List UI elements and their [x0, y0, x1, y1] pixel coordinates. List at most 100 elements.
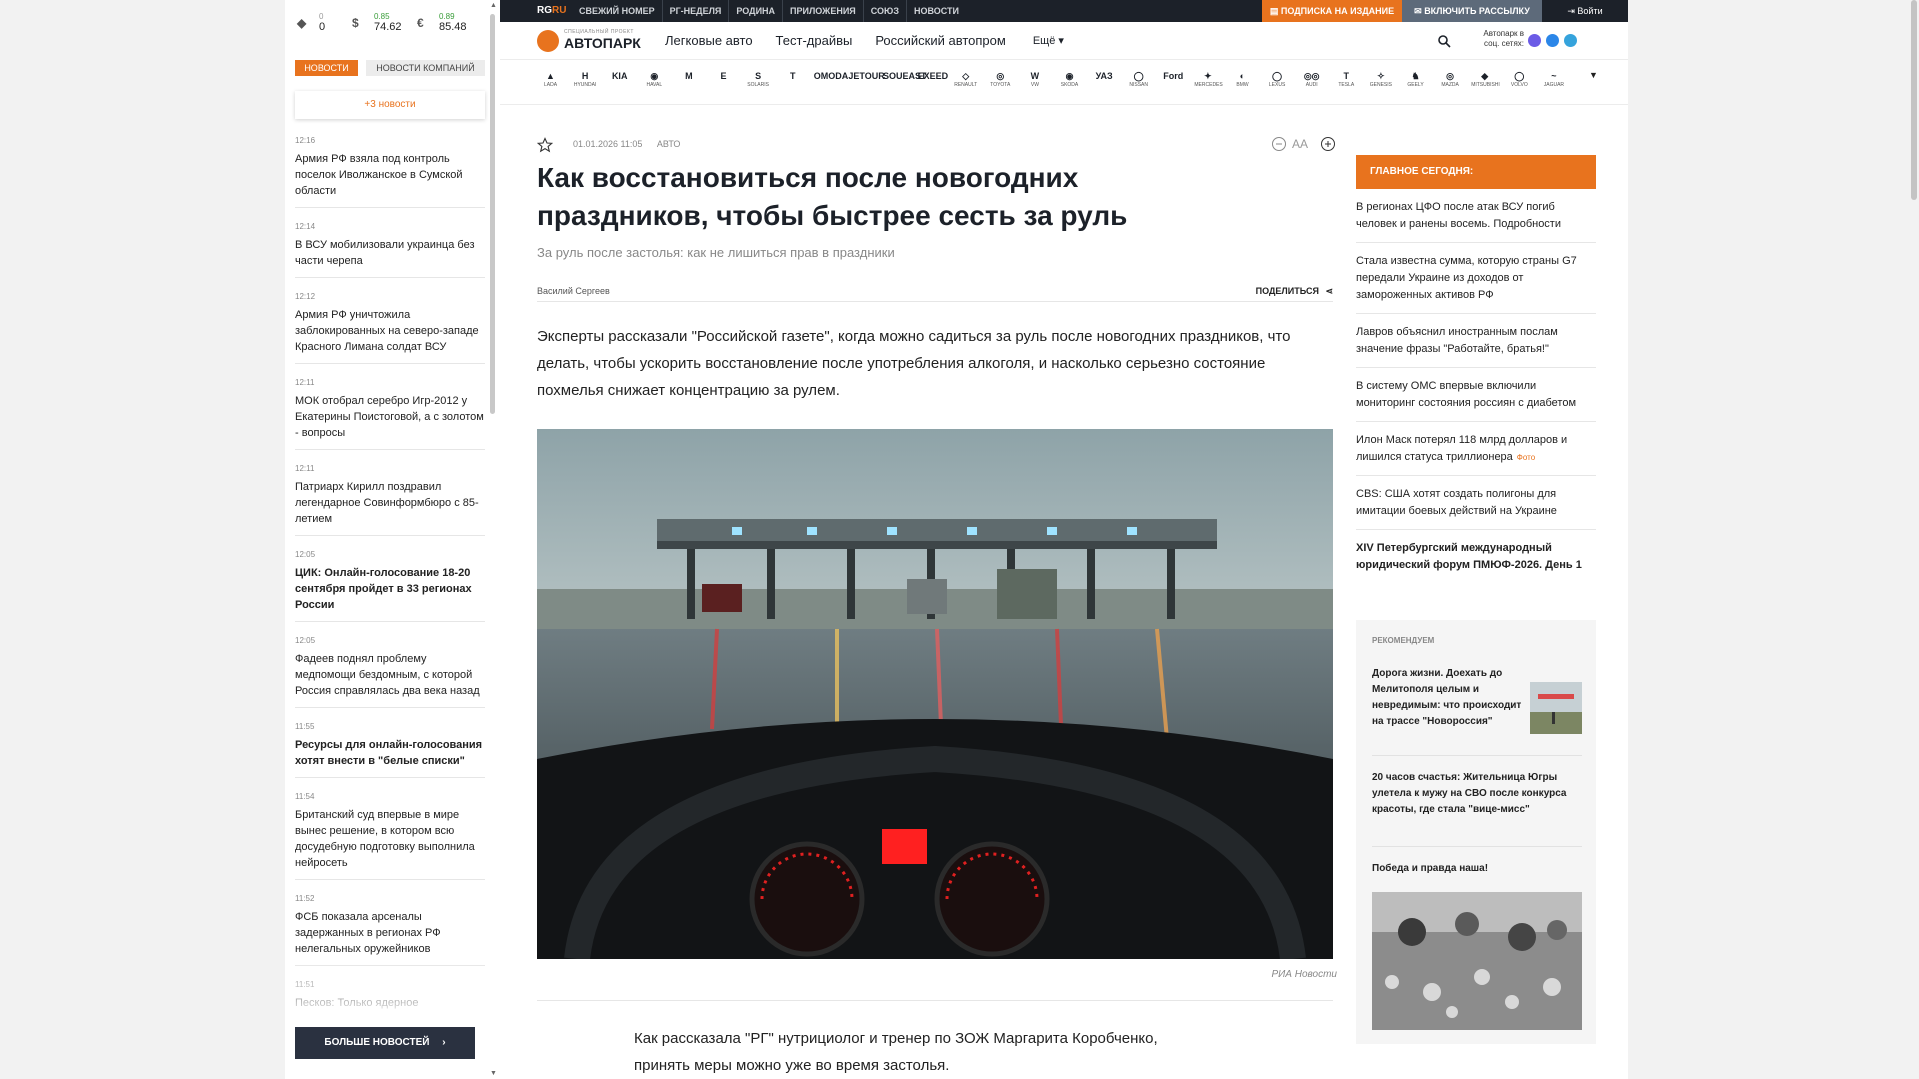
article-rubric[interactable]: АВТО — [657, 139, 681, 149]
car-brand-logo[interactable]: M — [675, 70, 702, 92]
top-link-news[interactable]: Новости — [905, 0, 966, 22]
news-headline[interactable]: Армия РФ уничтожила заблокированных на с… — [295, 307, 485, 355]
news-item[interactable]: 12:16 Армия РФ взяла под контроль поселок… — [295, 136, 485, 208]
recommend-thumbnail[interactable] — [1530, 682, 1582, 734]
scroll-up-icon[interactable]: ▲ — [490, 2, 497, 9]
car-brand-logo[interactable]: ◯ NISSAN — [1125, 70, 1152, 92]
car-brand-logo[interactable]: ◯ VOLVO — [1506, 70, 1533, 92]
car-brand-logo[interactable]: ◎ TOYOTA — [987, 70, 1014, 92]
car-brand-logo[interactable]: ~ JAGUAR — [1540, 70, 1567, 92]
vk-icon[interactable] — [1546, 34, 1559, 47]
car-brand-logo[interactable]: JETOUR — [848, 70, 884, 92]
car-brand-logo[interactable]: ✧ GENESIS — [1367, 70, 1394, 92]
nav-russian-auto[interactable]: Российский автопром — [875, 22, 1006, 60]
car-brand-logo[interactable]: ▲ LADA — [537, 70, 564, 92]
car-brand-logo[interactable]: ◉ SKODA — [1056, 70, 1083, 92]
news-headline[interactable]: ФСБ показала арсеналы задержанных в реги… — [295, 909, 485, 957]
news-item[interactable]: 11:52 ФСБ показала арсеналы задержанных в… — [295, 894, 485, 966]
brand-glyph: ◎ — [1446, 71, 1455, 81]
car-brand-logo[interactable]: ◎◎ AUDI — [1298, 70, 1325, 92]
top-link-rodina[interactable]: Родина — [728, 0, 782, 22]
news-headline[interactable]: В ВСУ мобилизовали украинца без части че… — [295, 237, 485, 269]
car-brand-logo[interactable]: EXEED — [918, 70, 949, 92]
news-item[interactable]: 12:05 ЦИК: Онлайн-голосование 18-20 сентя… — [295, 550, 485, 622]
article-author[interactable]: Василий Сергеев — [537, 286, 610, 296]
car-brand-logo[interactable]: УАЗ — [1091, 70, 1118, 92]
top-today-item[interactable]: Илон Маск потерял 118 млрд долларов и ли… — [1356, 422, 1596, 476]
page-scrollbar[interactable] — [1908, 0, 1919, 1079]
car-brand-logo[interactable]: KIA — [606, 70, 633, 92]
car-brand-logo[interactable]: T — [779, 70, 806, 92]
car-brand-logo[interactable]: ◐ BMW — [1229, 70, 1256, 92]
nav-passenger-cars[interactable]: Легковые авто — [665, 22, 753, 60]
scroll-down-icon[interactable]: ▼ — [490, 1070, 497, 1077]
car-brand-logo[interactable]: E — [710, 70, 737, 92]
top-today-item[interactable]: CBS: США хотят создать полигоны для имит… — [1356, 476, 1596, 530]
recommend-item[interactable]: Победа и правда наша! — [1372, 861, 1582, 877]
telegram-icon[interactable] — [1564, 34, 1577, 47]
top-link-fresh-issue[interactable]: Свежий номер — [572, 0, 662, 22]
top-today-item[interactable]: В регионах ЦФО после атак ВСУ погиб чело… — [1356, 189, 1596, 243]
login-button[interactable]: ⇥ Войти — [1542, 0, 1628, 22]
top-link-apps[interactable]: Приложения — [782, 0, 863, 22]
news-headline[interactable]: Армия РФ взяла под контроль поселок Ивол… — [295, 151, 485, 199]
nav-more-dropdown[interactable]: Ещё ▾ — [1033, 22, 1064, 60]
car-brand-logo[interactable]: W VW — [1021, 70, 1048, 92]
news-headline[interactable]: Патриарх Кирилл поздравил легендарное Со… — [295, 479, 485, 527]
news-item[interactable]: 12:12 Армия РФ уничтожила заблокированных… — [295, 292, 485, 364]
news-item[interactable]: 12:05 Фадеев поднял проблему медпомощи бе… — [295, 636, 485, 708]
sidebar-scrollbar[interactable]: ▲ ▼ — [489, 0, 497, 1079]
tab-company-news[interactable]: Новости компаний — [366, 60, 485, 76]
car-brand-logo[interactable]: H HYUNDAI — [572, 70, 599, 92]
subscribe-button[interactable]: ▤ Подписка на издание — [1262, 0, 1402, 22]
news-item[interactable]: 12:11 МОК отобрал серебро Игр-2012 у Екат… — [295, 378, 485, 450]
top-today-item[interactable]: Лавров объяснил иностранным послам значе… — [1356, 314, 1596, 368]
news-item[interactable]: 11:54 Британский суд впервые в мире вынес… — [295, 792, 485, 880]
mailing-button[interactable]: ✉ Включить рассылку — [1402, 0, 1542, 22]
car-brand-logo[interactable]: ◎ MAZDA — [1437, 70, 1464, 92]
autopark-brand[interactable]: Специальный проект АВТОПАРК — [564, 29, 641, 51]
news-headline[interactable]: Британский суд впервые в мире вынес реше… — [295, 807, 485, 871]
more-news-button[interactable]: Больше новостей › — [295, 1027, 475, 1059]
search-icon[interactable] — [1437, 34, 1451, 48]
brands-expand-icon[interactable]: ▼ — [1589, 70, 1598, 80]
minus-circle-icon[interactable] — [1271, 136, 1287, 152]
news-item[interactable]: 12:14 В ВСУ мобилизовали украинца без час… — [295, 222, 485, 278]
autopark-logo-icon[interactable] — [537, 30, 559, 52]
top-link-soyuz[interactable]: Союз — [862, 0, 906, 22]
news-headline[interactable]: ЦИК: Онлайн-голосование 18-20 сентября п… — [295, 565, 485, 613]
news-headline[interactable]: Фадеев поднял проблему медпомощи бездомн… — [295, 651, 485, 699]
recommend-item[interactable]: 20 часов счастья: Жительница Югры улетел… — [1372, 770, 1582, 818]
car-brand-logo[interactable]: ♞ GEELY — [1402, 70, 1429, 92]
nav-test-drives[interactable]: Тест-драйвы — [776, 22, 853, 60]
recommend-photo[interactable] — [1372, 892, 1582, 1030]
top-today-item[interactable]: Стала известна сумма, которую страны G7 … — [1356, 243, 1596, 314]
news-headline[interactable]: МОК отобрал серебро Игр-2012 у Екатерины… — [295, 393, 485, 441]
car-brand-logo[interactable]: SOUEAST — [883, 70, 927, 92]
max-icon[interactable] — [1528, 34, 1541, 47]
car-brand-logo[interactable]: ◯ LEXUS — [1264, 70, 1291, 92]
plus-circle-icon[interactable] — [1320, 136, 1336, 152]
top-link-rg-week[interactable]: РГ-Неделя — [661, 0, 729, 22]
news-headline[interactable]: Ресурсы для онлайн-голосования хотят вне… — [295, 737, 485, 769]
top-today-item[interactable]: XIV Петербургский международный юридичес… — [1356, 530, 1596, 583]
top-today-item[interactable]: В систему ОМС впервые включили мониторин… — [1356, 368, 1596, 422]
scrollbar-thumb[interactable] — [490, 14, 495, 414]
news-item[interactable]: 12:11 Патриарх Кирилл поздравил легендарн… — [295, 464, 485, 536]
rgru-logo[interactable]: RGRU — [537, 5, 566, 16]
car-brand-logo[interactable]: ✦ MERCEDES — [1194, 70, 1222, 92]
bookmark-star-icon[interactable] — [537, 137, 553, 153]
news-item[interactable]: 11:55 Ресурсы для онлайн-голосования хотя… — [295, 722, 485, 778]
car-brand-logo[interactable]: ◆ MITSUBISHI — [1471, 70, 1500, 92]
car-brand-logo[interactable]: ◉ HAVAL — [641, 70, 668, 92]
page-scrollbar-thumb[interactable] — [1911, 0, 1917, 200]
car-brand-logo[interactable]: S SOLARIS — [745, 70, 772, 92]
car-brand-logo[interactable]: T TESLA — [1333, 70, 1360, 92]
car-brand-logo[interactable]: ◇ RENAULT — [952, 70, 979, 92]
car-brand-logo[interactable]: OMODA — [814, 70, 849, 92]
recommend-item[interactable]: Дорога жизни. Доехать до Мелитополя целы… — [1372, 666, 1522, 730]
new-items-badge[interactable]: +3 новости — [295, 91, 485, 119]
share-button[interactable]: Поделиться ⋖ — [1256, 286, 1333, 297]
tab-news[interactable]: Новости — [295, 60, 358, 76]
car-brand-logo[interactable]: Ford — [1160, 70, 1187, 92]
